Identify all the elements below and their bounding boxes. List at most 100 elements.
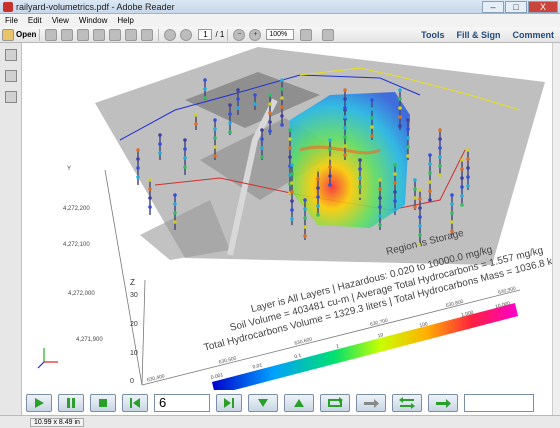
borehole-sample xyxy=(288,137,292,141)
borehole-sample xyxy=(393,181,397,185)
first-frame-button[interactable] xyxy=(122,393,148,412)
close-button[interactable]: X xyxy=(528,1,558,13)
borehole-sample xyxy=(343,144,347,148)
x-tick-label: 630,400 xyxy=(146,373,165,383)
step-down-button[interactable] xyxy=(248,393,278,412)
layers-icon[interactable] xyxy=(5,91,17,103)
borehole-sample xyxy=(393,199,397,203)
borehole-sample xyxy=(406,127,410,131)
animation-speed-field[interactable] xyxy=(464,393,534,412)
legend-tick-label: 1 xyxy=(335,343,339,350)
borehole-sample xyxy=(280,87,284,91)
borehole-sample xyxy=(183,156,187,160)
menu-edit[interactable]: Edit xyxy=(28,16,42,25)
swing-button[interactable] xyxy=(392,393,422,412)
frame-number-input[interactable]: 6 xyxy=(154,393,210,412)
loop-button[interactable] xyxy=(320,393,350,412)
borehole-sample xyxy=(290,172,294,176)
borehole-sample xyxy=(428,162,432,166)
save-icon[interactable] xyxy=(61,28,74,41)
folder-icon[interactable] xyxy=(2,28,14,41)
vertical-scrollbar[interactable] xyxy=(552,43,560,415)
borehole-sample xyxy=(438,146,442,150)
borehole-sample xyxy=(466,148,470,152)
z-tick-label: 30 xyxy=(130,292,138,299)
open-button[interactable]: Open xyxy=(16,30,36,39)
borehole-sample xyxy=(370,134,374,138)
borehole-sample xyxy=(418,206,422,210)
last-frame-button[interactable] xyxy=(216,393,242,412)
attachments-icon[interactable] xyxy=(5,70,17,82)
triangle-down-icon xyxy=(258,398,268,407)
forward-button[interactable] xyxy=(428,393,458,412)
borehole-sample xyxy=(228,130,232,134)
comment-button[interactable]: Comment xyxy=(512,30,554,40)
swing-icon xyxy=(399,396,415,409)
borehole-sample xyxy=(203,78,207,82)
borehole-sample xyxy=(288,146,292,150)
borehole-sample xyxy=(328,147,332,151)
borehole-sample xyxy=(378,214,382,218)
skip-back-icon xyxy=(130,397,140,408)
pages-icon[interactable] xyxy=(5,49,17,61)
borehole-sample xyxy=(460,176,464,180)
edit-icon[interactable] xyxy=(77,28,90,41)
create-pdf-icon[interactable] xyxy=(45,28,58,41)
borehole-sample xyxy=(194,122,198,126)
step-up-button[interactable] xyxy=(284,393,314,412)
borehole-sample xyxy=(173,211,177,215)
menu-view[interactable]: View xyxy=(52,16,69,25)
arrow-right-icon xyxy=(436,398,451,408)
minimize-button[interactable]: – xyxy=(482,1,504,13)
borehole-sample xyxy=(268,111,272,115)
borehole-sample xyxy=(378,187,382,191)
borehole-sample xyxy=(418,233,422,237)
borehole-sample xyxy=(398,115,402,119)
borehole-sample xyxy=(280,78,284,82)
menu-file[interactable]: File xyxy=(5,16,18,25)
borehole-sample xyxy=(253,102,257,106)
borehole-sample xyxy=(290,163,294,167)
borehole-sample xyxy=(183,138,187,142)
borehole-sample xyxy=(236,97,240,101)
y-tick-label: 4,272,200 xyxy=(63,206,90,212)
x-tick-label: 630,600 xyxy=(294,337,313,347)
borehole-sample xyxy=(343,115,347,119)
previous-page-icon[interactable] xyxy=(164,28,177,41)
zoom-out-icon[interactable]: − xyxy=(233,28,246,41)
borehole-sample xyxy=(260,137,264,141)
maximize-button[interactable]: □ xyxy=(505,1,527,13)
next-page-icon[interactable] xyxy=(180,28,193,41)
pause-button[interactable] xyxy=(58,393,84,412)
stop-button[interactable] xyxy=(90,393,116,412)
borehole-sample xyxy=(290,199,294,203)
play-button[interactable] xyxy=(26,393,52,412)
borehole-sample xyxy=(183,147,187,151)
toolbar-divider xyxy=(158,28,160,41)
sign-icon[interactable] xyxy=(109,28,122,41)
print-icon[interactable] xyxy=(125,28,138,41)
borehole-sample xyxy=(268,102,272,106)
y-tick-label: 4,272,100 xyxy=(63,242,90,248)
read-mode-icon[interactable] xyxy=(322,28,335,41)
borehole-sample xyxy=(378,178,382,182)
email-icon[interactable] xyxy=(141,28,154,41)
borehole-sample xyxy=(406,118,410,122)
tools-button[interactable]: Tools xyxy=(421,30,444,40)
fill-sign-button[interactable]: Fill & Sign xyxy=(456,30,500,40)
borehole-sample xyxy=(466,157,470,161)
borehole-sample xyxy=(358,158,362,162)
page-dimensions: 10.99 x 8.49 in xyxy=(30,417,84,427)
menu-window[interactable]: Window xyxy=(79,16,107,25)
fit-page-icon[interactable] xyxy=(300,28,313,41)
menu-help[interactable]: Help xyxy=(117,16,133,25)
borehole-sample xyxy=(428,180,432,184)
document-view: Y 4,272,200 4,272,100 4,272,000 4,271,90… xyxy=(22,43,560,415)
borehole-sample xyxy=(358,194,362,198)
zoom-in-icon[interactable]: + xyxy=(249,28,262,41)
page-number-input[interactable]: 1 xyxy=(198,29,213,40)
zoom-select[interactable]: 100% xyxy=(266,29,295,40)
cloud-icon[interactable] xyxy=(93,28,106,41)
play-once-button[interactable] xyxy=(356,393,386,412)
arrow-right-icon xyxy=(364,398,379,408)
